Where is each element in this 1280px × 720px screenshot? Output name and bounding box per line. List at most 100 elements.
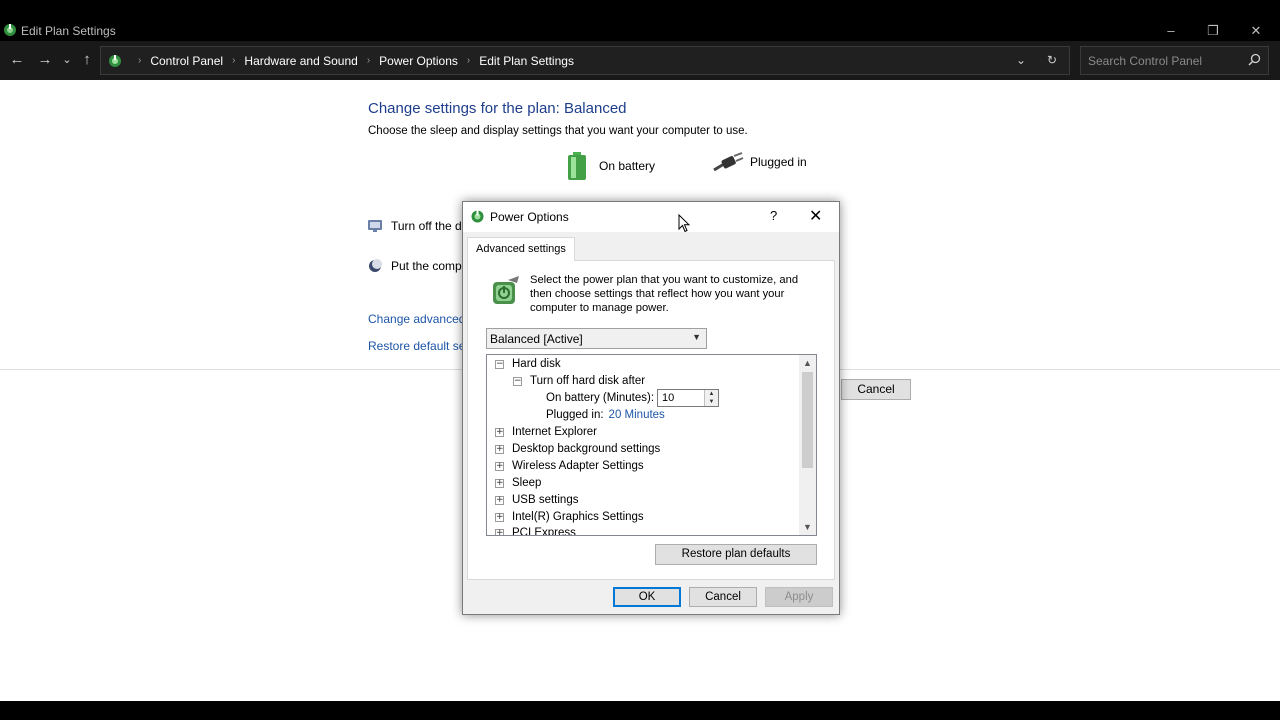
tree-item-internet-explorer[interactable]: + Internet Explorer <box>495 426 597 438</box>
turn-off-display-label: Turn off the di <box>391 219 465 233</box>
dialog-close-button[interactable]: ✕ <box>809 206 822 226</box>
tree-item-pci-express[interactable]: + PCI Express <box>495 527 576 536</box>
search-icon[interactable] <box>1248 53 1261 66</box>
dialog-cancel-button[interactable]: Cancel <box>689 587 757 607</box>
moon-icon <box>369 259 382 272</box>
dialog-intro-text: Select the power plan that you want to c… <box>530 274 799 314</box>
tree-item-label: Wireless Adapter Settings <box>512 460 644 472</box>
tree-item-label: Internet Explorer <box>512 426 598 438</box>
minimize-button[interactable]: – <box>1149 20 1193 41</box>
advanced-settings-panel: Select the power plan that you want to c… <box>467 260 835 580</box>
on-battery-minutes-label: On battery (Minutes): <box>546 392 655 404</box>
expand-icon[interactable]: + <box>495 528 504 535</box>
tree-item-turn-off-hard-disk[interactable]: − Turn off hard disk after <box>513 375 645 387</box>
address-field[interactable]: › Control Panel › Hardware and Sound › P… <box>100 46 1070 75</box>
breadcrumb-separator: › <box>366 55 371 66</box>
address-dropdown-button[interactable]: ⌄ <box>1016 53 1026 67</box>
breadcrumb-edit-plan-settings[interactable]: Edit Plan Settings <box>479 54 574 68</box>
tab-advanced-settings[interactable]: Advanced settings <box>467 237 575 261</box>
plan-select-value: Balanced [Active] <box>490 332 583 346</box>
window-title: Edit Plan Settings <box>21 24 116 38</box>
tree-item-hard-disk[interactable]: − Hard disk <box>495 358 561 370</box>
tree-item-label: Intel(R) Graphics Settings <box>512 511 644 523</box>
change-advanced-link[interactable]: Change advanced p <box>368 312 475 326</box>
refresh-icon[interactable]: ↻ <box>1047 53 1057 67</box>
breadcrumb-separator: › <box>466 55 471 66</box>
expand-icon[interactable]: + <box>495 427 504 437</box>
power-options-icon <box>471 210 484 223</box>
on-battery-minutes-stepper[interactable]: 10 ▲ ▼ <box>657 389 719 407</box>
plug-icon <box>713 152 744 172</box>
breadcrumb: › Control Panel › Hardware and Sound › P… <box>107 47 574 74</box>
plugged-in-setting-label: Plugged in: <box>546 409 604 421</box>
close-button[interactable]: ✕ <box>1234 20 1278 41</box>
expand-icon[interactable]: + <box>495 512 504 522</box>
tree-scrollbar[interactable]: ▲ ▼ <box>799 355 816 535</box>
tree-item-label: Sleep <box>512 477 542 489</box>
help-button[interactable]: ? <box>770 208 777 223</box>
scroll-up-icon[interactable]: ▲ <box>799 355 816 371</box>
tree-item-label: USB settings <box>512 494 579 506</box>
tree-item-label: Hard disk <box>512 358 561 370</box>
breadcrumb-control-panel[interactable]: Control Panel <box>150 54 223 68</box>
search-input[interactable]: Search Control Panel <box>1080 46 1269 75</box>
dialog-title: Power Options <box>490 210 569 224</box>
address-bar: ← → ⌄ ↑ › Control Panel › Hardware and S… <box>0 41 1280 80</box>
expand-icon[interactable]: + <box>495 461 504 471</box>
collapse-icon[interactable]: − <box>513 376 522 386</box>
tree-item-intel-graphics[interactable]: + Intel(R) Graphics Settings <box>495 511 644 523</box>
expand-icon[interactable]: + <box>495 478 504 488</box>
ok-button[interactable]: OK <box>613 587 681 607</box>
maximize-button[interactable]: ❐ <box>1191 20 1235 41</box>
tree-item-wireless-adapter[interactable]: + Wireless Adapter Settings <box>495 460 644 472</box>
restore-defaults-link[interactable]: Restore default sett <box>368 339 472 353</box>
tree-item-on-battery: On battery (Minutes): <box>546 392 654 404</box>
row-sleep: Put the compu <box>367 258 468 274</box>
up-button[interactable]: ↑ <box>78 51 96 69</box>
breadcrumb-hardware-and-sound[interactable]: Hardware and Sound <box>244 54 357 68</box>
row-turn-off-display: Turn off the di <box>367 218 464 234</box>
tree-item-desktop-background[interactable]: + Desktop background settings <box>495 443 660 455</box>
stepper-value: 10 <box>662 392 675 404</box>
battery-icon <box>568 152 586 180</box>
scroll-thumb[interactable] <box>802 372 813 468</box>
on-battery-label: On battery <box>599 159 656 173</box>
tree-item-label: PCI Express <box>512 527 576 536</box>
expand-icon[interactable]: + <box>495 495 504 505</box>
collapse-icon[interactable]: − <box>495 359 504 369</box>
power-plan-icon <box>493 276 519 304</box>
back-button[interactable]: ← <box>8 51 26 69</box>
monitor-icon <box>368 220 382 232</box>
restore-plan-defaults-button[interactable]: Restore plan defaults <box>655 544 817 565</box>
chevron-down-icon: ▼ <box>692 332 701 342</box>
plan-select[interactable]: Balanced [Active] ▼ <box>486 328 707 349</box>
search-placeholder: Search Control Panel <box>1088 54 1203 68</box>
mouse-cursor-icon <box>678 214 690 233</box>
apply-button[interactable]: Apply <box>765 587 833 607</box>
tree-item-usb-settings[interactable]: + USB settings <box>495 494 578 506</box>
stepper-buttons[interactable]: ▲ ▼ <box>704 390 718 406</box>
scroll-down-icon[interactable]: ▼ <box>799 519 816 535</box>
tree-item-label: Turn off hard disk after <box>530 375 646 387</box>
expand-icon[interactable]: + <box>495 444 504 454</box>
power-options-icon <box>4 24 16 36</box>
column-header-on-battery: On battery <box>566 152 655 180</box>
breadcrumb-separator: › <box>232 55 236 66</box>
page-description: Choose the sleep and display settings th… <box>368 125 748 137</box>
plugged-in-value-link[interactable]: 20 Minutes <box>609 409 665 421</box>
control-panel-icon <box>109 54 121 67</box>
tree-item-sleep[interactable]: + Sleep <box>495 477 541 489</box>
breadcrumb-power-options[interactable]: Power Options <box>379 54 458 68</box>
tree-item-plugged-in: Plugged in: 20 Minutes <box>546 409 665 421</box>
power-options-dialog: Power Options ? ✕ Advanced settings Sele… <box>462 201 840 615</box>
breadcrumb-separator: › <box>138 55 142 66</box>
page-cancel-button[interactable]: Cancel <box>841 379 911 400</box>
forward-button[interactable]: → <box>36 51 54 69</box>
recent-locations-button[interactable]: ⌄ <box>58 51 76 69</box>
plugged-in-label: Plugged in <box>750 155 807 169</box>
dialog-title-bar[interactable]: Power Options ? ✕ <box>463 202 839 232</box>
column-header-plugged-in: Plugged in <box>712 152 807 172</box>
title-bar[interactable]: Edit Plan Settings – ❐ ✕ <box>0 20 1280 41</box>
page-title: Change settings for the plan: Balanced <box>368 100 627 117</box>
settings-tree[interactable]: − Hard disk − Turn off hard disk after O… <box>486 354 817 536</box>
